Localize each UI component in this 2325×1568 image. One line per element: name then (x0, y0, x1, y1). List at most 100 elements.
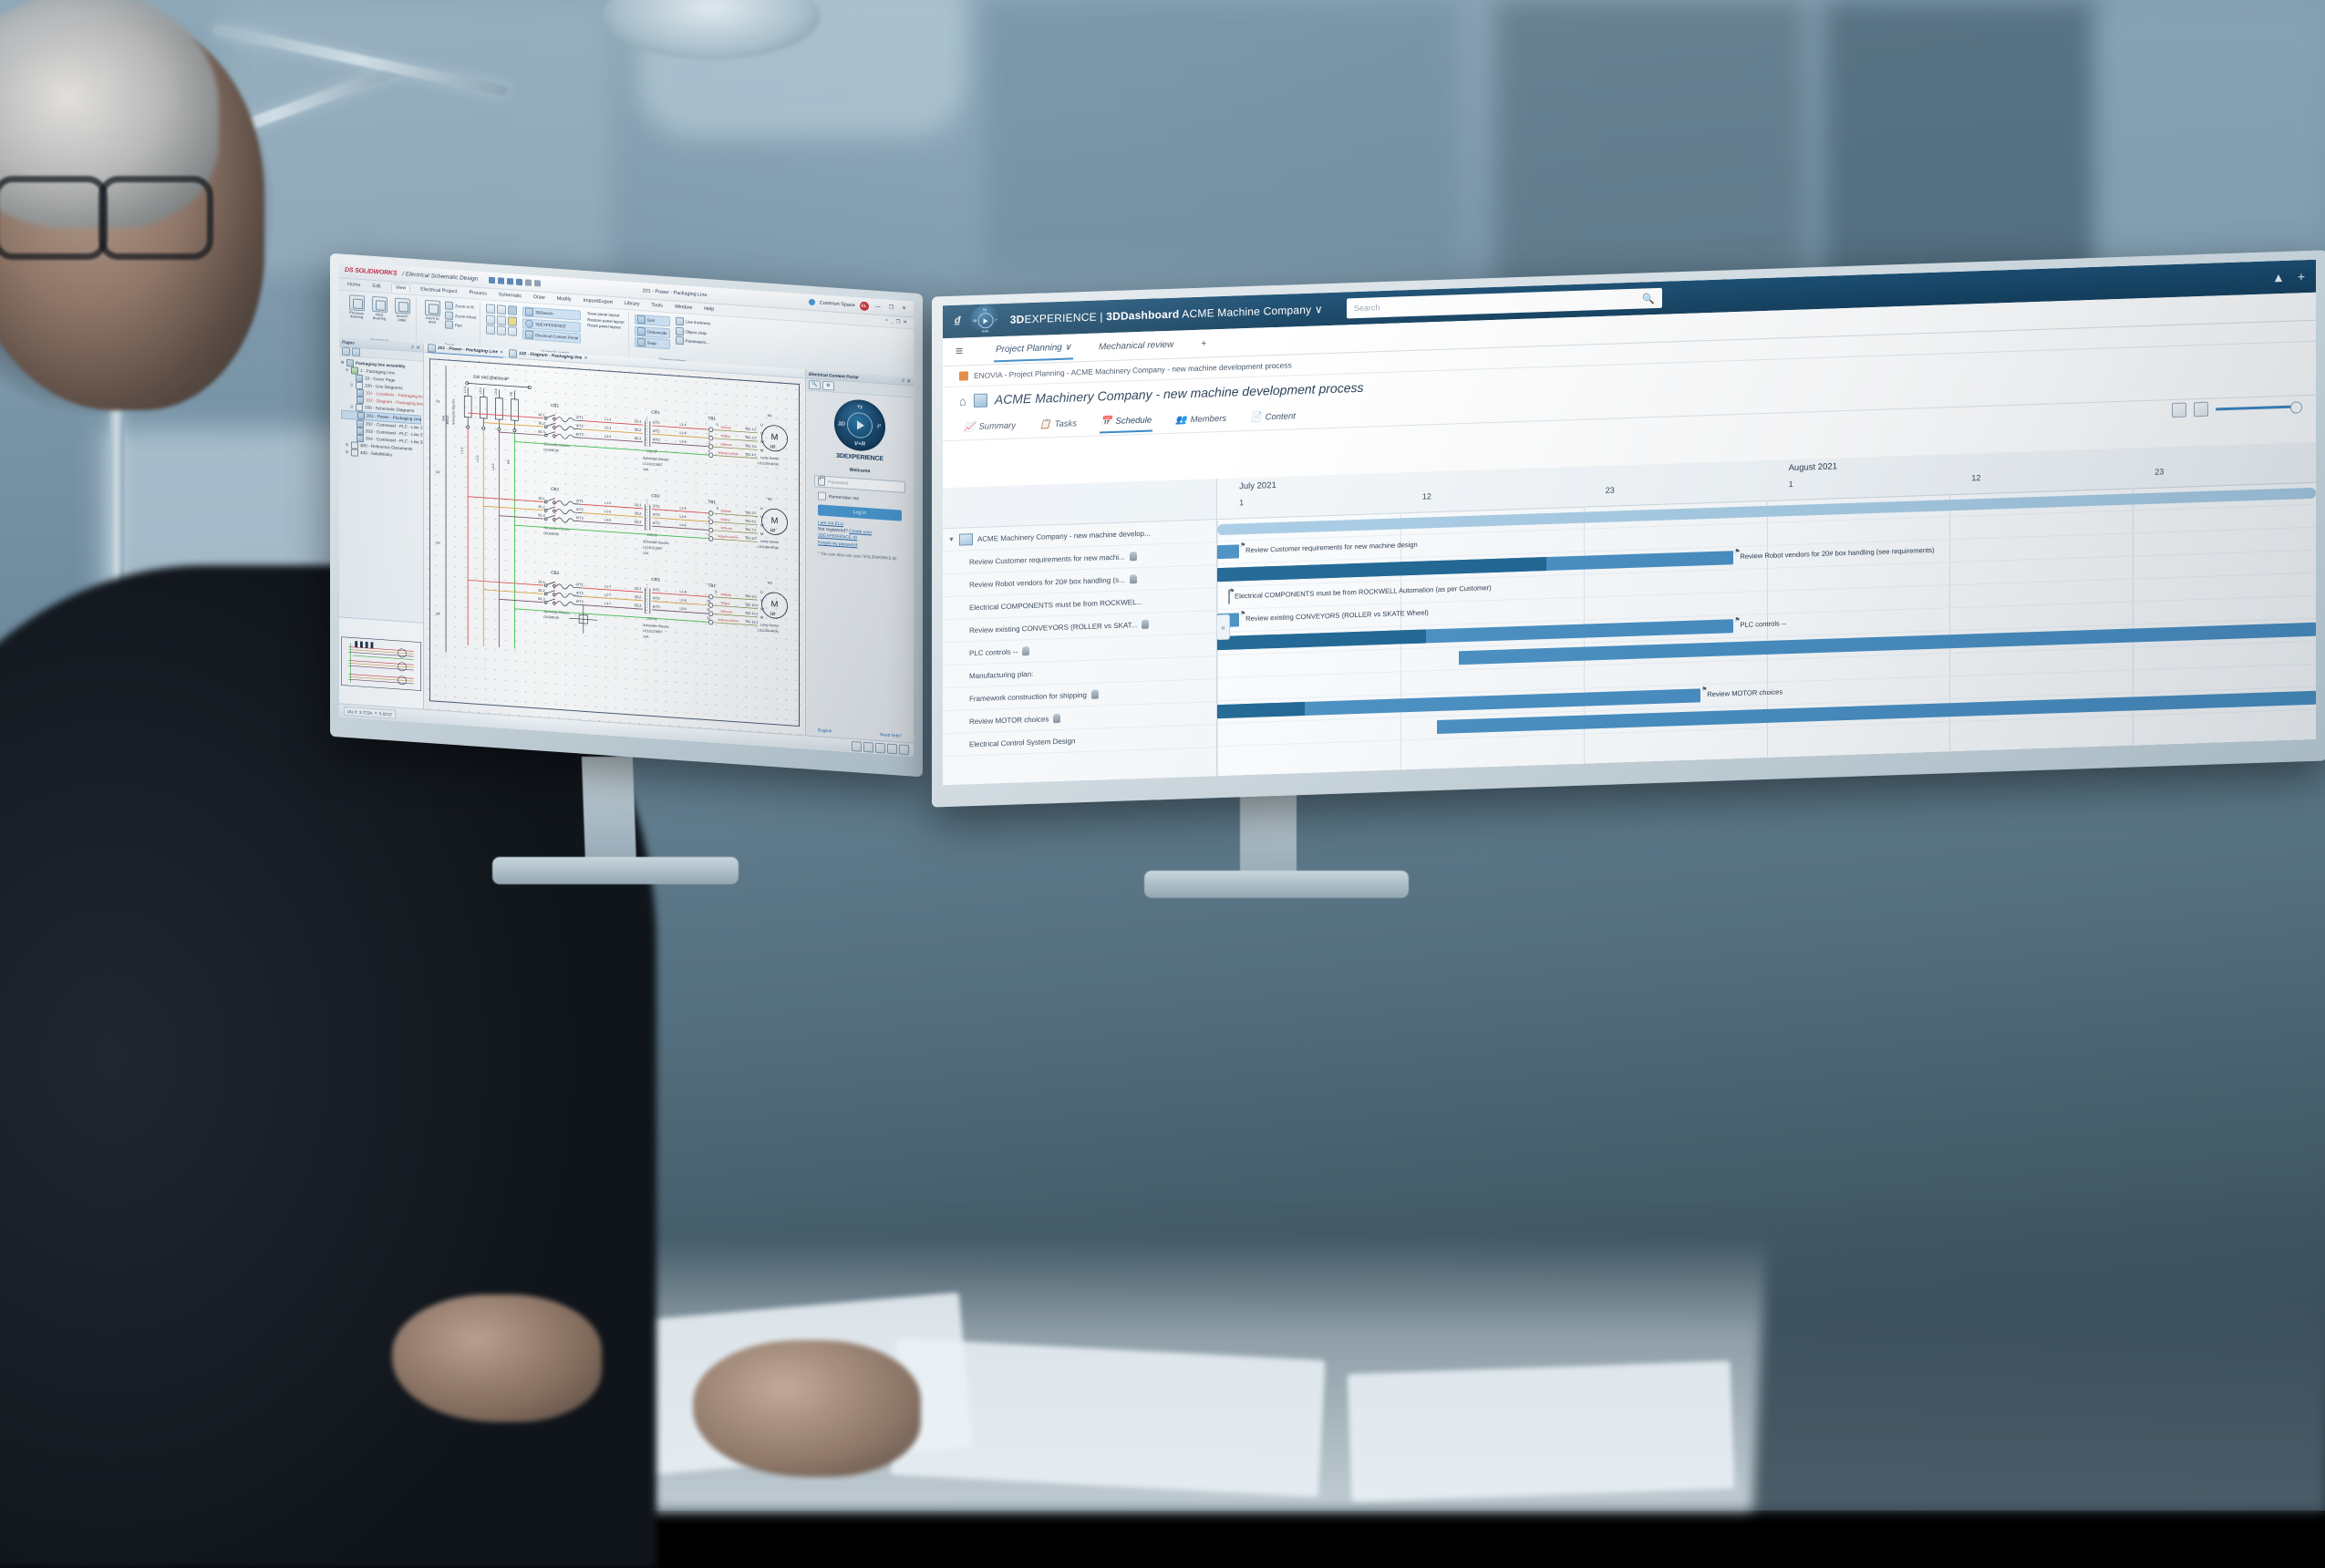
favorite-icon[interactable] (508, 316, 517, 326)
new-icon[interactable] (489, 277, 495, 284)
ribbon-collapse-icon[interactable]: ^ (885, 318, 888, 324)
link-icon[interactable] (508, 305, 517, 315)
search-input[interactable]: Search 🔍 (1347, 288, 1662, 319)
compass-icon[interactable]: Yɣ 3D i² V+R (970, 304, 1001, 336)
avatar[interactable]: EL (860, 301, 869, 311)
tab-chevron-down-icon[interactable]: ∨ (1065, 342, 1071, 352)
search-page-button[interactable]: Searchpage (392, 297, 412, 323)
previous-drawing-button[interactable]: Previousdrawing (346, 294, 367, 320)
tenant-chevron-down-icon[interactable]: ∨ (1315, 303, 1323, 315)
tree-expander-icon[interactable]: ⊞ (346, 441, 349, 449)
restore-button[interactable]: ❐ (887, 304, 895, 312)
fit-to-window-icon[interactable] (2172, 403, 2186, 418)
common-space-icon[interactable] (809, 299, 815, 305)
3dexperience-compass-icon[interactable]: Yɣ 3D i² V+R (834, 398, 885, 453)
tab-close-icon[interactable]: ✕ (500, 350, 503, 355)
pan-button[interactable]: Pan (445, 320, 476, 330)
search-icon[interactable]: 🔍 (1642, 293, 1655, 304)
ds-logo-icon[interactable]: ₫ (954, 314, 961, 329)
menu-modify[interactable]: Modify (555, 295, 574, 304)
close-button[interactable]: ✕ (900, 305, 908, 313)
ribbon-window-controls[interactable]: ^ _ ❐ ✕ (885, 318, 907, 325)
open-page-icon[interactable] (352, 347, 360, 356)
tab-close-icon-2[interactable]: ✕ (584, 356, 587, 361)
ecp-pin-buttons[interactable]: ⌷ ✕ (902, 378, 911, 384)
menu-help[interactable]: Help (702, 305, 716, 314)
search-tab-icon[interactable]: 🔍 (809, 380, 821, 390)
tree-expander-icon[interactable]: ⊟ (341, 359, 345, 366)
grid-button[interactable]: Grid (635, 315, 670, 327)
tab-tasks[interactable]: 📋Tasks (1038, 414, 1078, 434)
status-toggles[interactable] (852, 740, 909, 754)
menu-library[interactable]: Library (623, 300, 641, 308)
password-field[interactable]: Password (814, 475, 905, 493)
language-selector[interactable]: English (818, 727, 832, 733)
panel-6-icon[interactable] (497, 325, 506, 335)
tab-content[interactable]: 📄Content (1249, 407, 1297, 428)
electrical-schematic-diagram[interactable]: .w-red{stroke:#e04a4a;stroke-width:1.1;f… (430, 359, 799, 682)
home-icon[interactable]: ⌂ (959, 394, 966, 407)
owner-avatar-icon[interactable] (1130, 552, 1137, 561)
zoom-in-out-button[interactable]: Zoom in/out (445, 311, 476, 321)
menu-schematic[interactable]: Schematic (497, 291, 523, 300)
zoom-slider-knob[interactable] (2290, 401, 2302, 413)
tree-expander-icon[interactable]: ⊞ (346, 449, 349, 456)
save-all-icon[interactable] (507, 278, 513, 284)
grid-status-icon[interactable] (852, 740, 862, 751)
zoom-to-area-button[interactable]: Zoom toarea (422, 300, 442, 325)
minimize-button[interactable]: — (873, 304, 883, 310)
menu-draw[interactable]: Draw (532, 294, 547, 302)
panel-toggle-grid[interactable] (486, 304, 517, 335)
menu-process[interactable]: Process (467, 289, 488, 298)
panel-3-icon[interactable] (486, 315, 495, 325)
snap-button[interactable]: Snap (635, 337, 670, 350)
report-icon[interactable] (508, 326, 517, 336)
owner-avatar-icon[interactable] (1091, 689, 1099, 698)
tree-expander-icon[interactable]: ⊟ (350, 403, 354, 410)
undo-icon[interactable] (525, 279, 532, 285)
panel-1-icon[interactable] (486, 304, 495, 314)
ribbon-minimize-icon[interactable]: _ (891, 319, 894, 325)
tab-members[interactable]: 👥Members (1174, 408, 1227, 429)
new-page-icon[interactable] (342, 347, 350, 356)
login-button[interactable]: Log in (818, 504, 902, 521)
forgot-password-link[interactable]: Forgot my password (818, 541, 857, 548)
tab-summary[interactable]: 📈Summary (963, 416, 1017, 437)
add-tab-button[interactable]: + (1199, 333, 1208, 354)
osnap-status-icon[interactable] (899, 744, 909, 755)
thickness-status-icon[interactable] (887, 743, 897, 754)
menu-window[interactable]: Window (673, 303, 694, 312)
owner-avatar-icon[interactable] (1142, 620, 1149, 629)
redo-icon[interactable] (534, 280, 541, 286)
remember-me-row[interactable]: Remember me (818, 491, 902, 505)
row-expander-icon[interactable]: ▼ (948, 536, 955, 542)
parameters-button[interactable]: Parameters... (676, 336, 711, 347)
gantt-task-rows[interactable]: ▼ACME Machinery Company - new machine de… (943, 520, 1216, 757)
notifications-icon[interactable]: ▲ (2272, 270, 2285, 284)
pages-panel-pin-buttons[interactable]: ⌷ ✕ (411, 345, 420, 350)
panel-2-icon[interactable] (497, 304, 506, 315)
ribbon-restore-icon[interactable]: ❐ (896, 319, 901, 325)
menu-electrical-project[interactable]: Electrical Project (418, 285, 459, 295)
print-icon[interactable] (516, 279, 522, 285)
menu-tools[interactable]: Tools (649, 302, 665, 310)
drawing-sheet[interactable]: .w-red{stroke:#e04a4a;stroke-width:1.1;f… (429, 358, 800, 727)
quick-access-toolbar[interactable] (489, 277, 541, 287)
gantt-bars-area[interactable]: ⚑Review Customer requirements for new ma… (1217, 482, 2316, 776)
gantt-timeline-panel[interactable]: July 2021August 20211122311223 ⚑Review C… (1217, 442, 2316, 776)
tree-expander-icon[interactable]: ⊟ (346, 366, 349, 374)
menu-home[interactable]: Home (346, 281, 362, 289)
expand-icon[interactable] (2194, 402, 2208, 418)
menu-edit[interactable]: Edit (370, 283, 382, 291)
tab-mechanical-review[interactable]: Mechanical review (1097, 334, 1175, 357)
not-me-link[interactable]: I am not ELU (818, 521, 843, 527)
pages-tree[interactable]: ⊟Packaging line assembly⊟1 - Packaging L… (339, 356, 423, 622)
topbar-actions[interactable]: ▲ + (2272, 269, 2305, 284)
ortho-status-icon[interactable] (863, 741, 873, 752)
gantt-chart[interactable]: ▼ACME Machinery Company - new machine de… (943, 442, 2316, 785)
owner-avatar-icon[interactable] (1130, 574, 1137, 583)
menu-view[interactable]: View (391, 283, 411, 293)
ribbon-close-icon[interactable]: ✕ (903, 320, 907, 325)
panel-collapse-handle[interactable]: « (1217, 614, 1230, 641)
tab-schedule[interactable]: 📅Schedule (1100, 410, 1152, 433)
